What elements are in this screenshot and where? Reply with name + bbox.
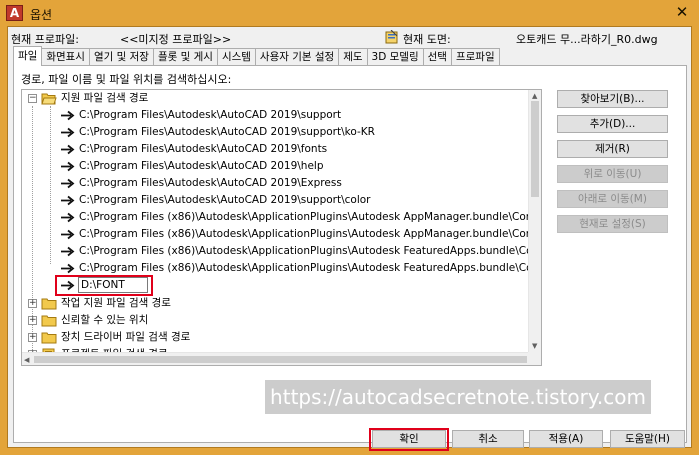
scroll-corner xyxy=(528,352,541,365)
title-bar[interactable]: A 옵션 ✕ xyxy=(0,0,699,26)
path-arrow-icon xyxy=(61,110,75,121)
path-arrow-icon xyxy=(61,195,75,206)
tab-3d-modeling[interactable]: 3D 모델링 xyxy=(366,48,424,66)
browse-button[interactable]: 찾아보기(B)... xyxy=(557,90,668,108)
tab-system[interactable]: 시스템 xyxy=(216,48,256,66)
tree-node-label: 신뢰할 수 있는 위치 xyxy=(61,314,149,326)
window-title: 옵션 xyxy=(30,8,53,22)
watermark-url: https://autocadsecretnote.tistory.com xyxy=(265,380,651,414)
path-text: C:\Program Files (x86)\Autodesk\Applicat… xyxy=(79,228,533,240)
path-arrow-icon xyxy=(61,212,75,223)
cancel-button[interactable]: 취소 xyxy=(452,430,524,448)
collapse-icon[interactable]: − xyxy=(28,94,37,103)
horizontal-scroll-thumb[interactable] xyxy=(34,356,527,363)
move-up-button[interactable]: 위로 이동(U) xyxy=(557,165,668,183)
tree-node-label: 작업 지원 파일 검색 경로 xyxy=(61,297,171,309)
tab-files[interactable]: 파일 xyxy=(13,46,43,66)
highlight-box xyxy=(369,428,449,451)
tree-node-label: 지원 파일 검색 경로 xyxy=(61,92,149,104)
path-arrow-icon xyxy=(61,229,75,240)
path-arrow-icon xyxy=(61,161,75,172)
path-text: C:\Program Files (x86)\Autodesk\Applicat… xyxy=(79,245,540,257)
highlight-box xyxy=(55,275,153,296)
tab-selection[interactable]: 선택 xyxy=(422,48,452,66)
folder-icon xyxy=(41,298,57,310)
path-arrow-icon xyxy=(61,246,75,257)
tab-plot-publish[interactable]: 플롯 및 게시 xyxy=(152,48,218,66)
autocad-a-icon: A xyxy=(6,5,23,21)
current-profile-value: <<미지정 프로파일>> xyxy=(120,33,232,46)
move-down-button[interactable]: 아래로 이동(M) xyxy=(557,190,668,208)
path-arrow-icon xyxy=(61,127,75,138)
path-arrow-icon xyxy=(61,178,75,189)
remove-button[interactable]: 제거(R) xyxy=(557,140,668,158)
current-drawing-label: 현재 도면: xyxy=(403,33,451,46)
path-text: C:\Program Files\Autodesk\AutoCAD 2019\f… xyxy=(79,143,328,155)
path-text: C:\Program Files\Autodesk\AutoCAD 2019\h… xyxy=(79,160,324,172)
drawing-icon xyxy=(385,30,398,44)
apply-button[interactable]: 적용(A) xyxy=(529,430,603,448)
help-button[interactable]: 도움말(H) xyxy=(610,430,685,448)
tab-strip: 파일 화면표시 열기 및 저장 플롯 및 게시 시스템 사용자 기본 설정 제도… xyxy=(13,46,500,66)
tree-connector xyxy=(50,106,51,264)
expand-icon[interactable]: + xyxy=(28,316,37,325)
path-arrow-icon xyxy=(61,144,75,155)
horizontal-scrollbar[interactable]: ◀ ▶ xyxy=(22,352,541,365)
tab-user-preferences[interactable]: 사용자 기본 설정 xyxy=(254,48,340,66)
current-drawing-value: 오토캐드 무...라하기_R0.dwg xyxy=(516,33,658,46)
scroll-left-icon[interactable]: ◀ xyxy=(24,355,29,365)
scroll-up-icon[interactable]: ▲ xyxy=(532,91,537,101)
search-path-tree[interactable]: − 지원 파일 검색 경로 C:\Program Files\Autodesk\… xyxy=(21,89,542,366)
path-text: C:\Program Files\Autodesk\AutoCAD 2019\s… xyxy=(79,194,371,206)
path-arrow-icon xyxy=(61,263,75,274)
set-current-button[interactable]: 현재로 설정(S) xyxy=(557,215,668,233)
scroll-down-icon[interactable]: ▼ xyxy=(532,341,537,351)
path-text: C:\Program Files\Autodesk\AutoCAD 2019\s… xyxy=(79,126,375,138)
path-text: C:\Program Files\Autodesk\AutoCAD 2019\s… xyxy=(79,109,342,121)
tab-drafting[interactable]: 제도 xyxy=(338,48,368,66)
tab-open-save[interactable]: 열기 및 저장 xyxy=(88,48,154,66)
tree-node-label: 장치 드라이버 파일 검색 경로 xyxy=(61,331,191,343)
profile-row: 현재 프로파일: <<미지정 프로파일>> 현재 도면: 오토캐드 무...라하… xyxy=(11,30,689,46)
folder-icon xyxy=(41,315,57,327)
folder-icon xyxy=(41,332,57,344)
expand-icon[interactable]: + xyxy=(28,299,37,308)
path-text: C:\Program Files (x86)\Autodesk\Applicat… xyxy=(79,211,533,223)
instruction-text: 경로, 파일 이름 및 파일 위치를 검색하십시오: xyxy=(21,73,232,86)
tab-profiles[interactable]: 프로파일 xyxy=(450,48,500,66)
folder-open-icon xyxy=(41,93,57,105)
close-button[interactable]: ✕ xyxy=(671,3,693,21)
path-text: C:\Program Files\Autodesk\AutoCAD 2019\E… xyxy=(79,177,342,189)
tab-display[interactable]: 화면표시 xyxy=(41,48,90,66)
add-button[interactable]: 추가(D)... xyxy=(557,115,668,133)
current-profile-label: 현재 프로파일: xyxy=(11,33,79,46)
vertical-scroll-thumb[interactable] xyxy=(531,101,539,197)
expand-icon[interactable]: + xyxy=(28,333,37,342)
vertical-scrollbar[interactable]: ▲ ▼ xyxy=(528,90,541,352)
